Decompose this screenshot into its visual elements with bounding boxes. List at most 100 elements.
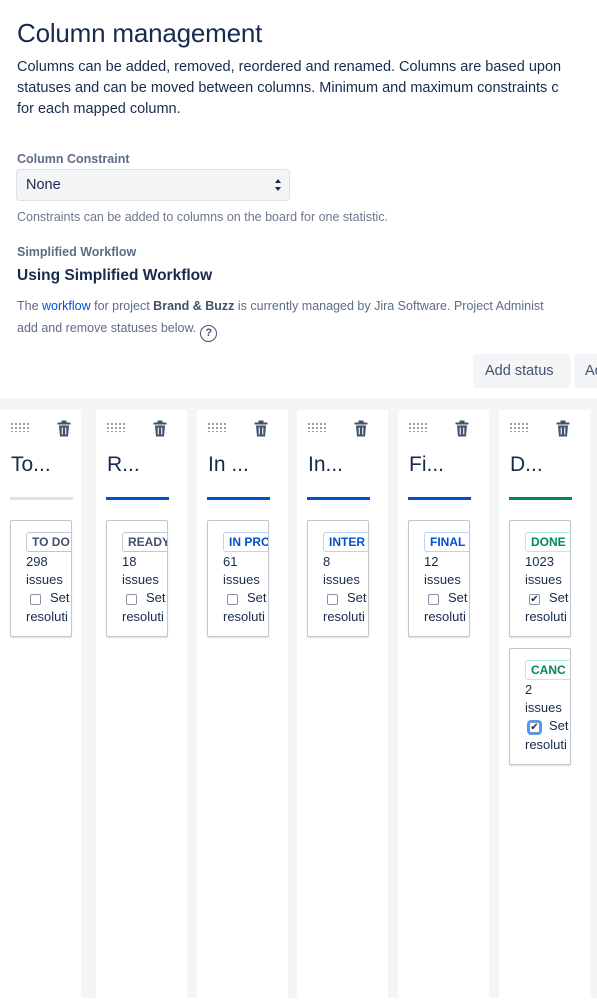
page-description: Columns can be added, removed, reordered… [17,57,597,120]
set-resolution-label: Set [448,590,468,605]
set-resolution-label: resoluti [525,737,567,752]
para-text: is currently managed by Jira Software. P… [234,299,544,313]
board-column[interactable]: To... TO DO 298 issues Set resoluti [0,410,81,1000]
column-category-bar [106,497,169,500]
add-column-button[interactable]: Ac [574,354,597,388]
set-resolution-label: resoluti [26,609,68,624]
drag-handle-icon[interactable] [307,422,327,432]
status-lozenge: READY [122,532,167,552]
set-resolution-label: resoluti [323,609,365,624]
workflow-paragraph: The workflow for project Brand & Buzz is… [17,295,544,342]
column-category-bar [307,497,370,500]
trash-icon[interactable] [455,420,469,437]
set-resolution-label: resoluti [424,609,466,624]
board-column[interactable]: In... INTER 8 issues Set resoluti [297,410,388,1000]
para-text: The [17,299,43,313]
column-category-bar [408,497,471,500]
status-card[interactable]: TO DO 298 issues Set resoluti [10,520,72,637]
workflow-link[interactable]: workflow [42,299,91,313]
set-resolution-checkbox[interactable] [327,594,338,605]
drag-handle-icon[interactable] [408,422,428,432]
set-resolution-label: Set [347,590,367,605]
column-title[interactable]: R... [107,453,140,477]
status-lozenge: IN PRO [223,532,268,552]
column-title[interactable]: In ... [208,453,249,477]
issue-count-unit: issues [122,572,159,587]
set-resolution-label: resoluti [223,609,265,624]
column-title[interactable]: In... [308,453,343,477]
drag-handle-icon[interactable] [10,422,30,432]
status-card[interactable]: READY 18 issues Set resoluti [106,520,168,637]
set-resolution-checkbox[interactable] [529,722,540,733]
set-resolution-label: Set [247,590,267,605]
issue-count: 61 [223,554,238,569]
set-resolution-checkbox[interactable] [30,594,41,605]
drag-handle-icon[interactable] [509,422,529,432]
constraint-help-text: Constraints can be added to columns on t… [17,210,389,224]
issue-count: 8 [323,554,331,569]
status-card[interactable]: FINAL 12 issues Set resoluti [408,520,470,637]
status-lozenge: INTER [323,532,368,552]
column-title[interactable]: D... [510,453,543,477]
question-circle-icon[interactable]: ? [200,325,218,342]
trash-icon[interactable] [254,420,268,437]
board-column[interactable]: D... DONE 1023 issues Set resoluti CANC 2 issues… [499,410,590,1000]
status-card[interactable]: IN PRO 61 issues Set resoluti [207,520,269,637]
issue-count-unit: issues [525,572,562,587]
column-category-bar [509,497,572,500]
status-lozenge: DONE [525,532,570,552]
issue-count-unit: issues [26,572,63,587]
description-line: for each mapped column. [17,101,181,117]
status-card[interactable]: DONE 1023 issues Set resoluti [509,520,571,637]
simplified-workflow-label: Simplified Workflow [17,245,137,259]
select-arrows-icon [275,179,281,191]
para-text: for project [90,299,154,313]
board-column[interactable]: R... READY 18 issues Set resoluti [96,410,187,1000]
para-text: add and remove statuses below. [17,321,197,335]
add-status-button[interactable]: Add status [473,354,571,388]
column-title[interactable]: To... [11,453,51,477]
set-resolution-label: Set [549,718,569,733]
issue-count-unit: issues [323,572,360,587]
description-line: Columns can be added, removed, reordered… [17,59,562,75]
set-resolution-checkbox[interactable] [227,594,238,605]
set-resolution-label: Set [549,590,569,605]
trash-icon[interactable] [153,420,167,437]
trash-icon[interactable] [57,420,71,437]
status-lozenge: CANC [525,660,570,680]
drag-handle-icon[interactable] [207,422,227,432]
set-resolution-label: Set [146,590,166,605]
set-resolution-checkbox[interactable] [126,594,137,605]
column-constraint-select[interactable]: None [16,169,290,201]
column-title[interactable]: Fi... [409,453,444,477]
status-card[interactable]: CANC 2 issues Set resoluti [509,648,571,765]
status-card[interactable]: INTER 8 issues Set resoluti [307,520,369,637]
issue-count-unit: issues [424,572,461,587]
issue-count-unit: issues [525,700,562,715]
issue-count: 298 [26,554,48,569]
status-lozenge: TO DO [26,532,71,552]
board-column[interactable]: In ... IN PRO 61 issues Set resoluti [197,410,288,1000]
set-resolution-label: resoluti [122,609,164,624]
page-title: Column management [17,18,263,48]
set-resolution-label: Set [50,590,70,605]
trash-icon[interactable] [556,420,570,437]
column-board: To... TO DO 298 issues Set resoluti R... READY… [0,398,597,1000]
board-column[interactable]: Fi... FINAL 12 issues Set resoluti [398,410,489,1000]
simplified-workflow-title: Using Simplified Workflow [17,267,213,284]
description-line: statuses and can be moved between column… [17,80,559,96]
column-constraint-label: Column Constraint [17,152,130,166]
trash-icon[interactable] [354,420,368,437]
issue-count-unit: issues [223,572,260,587]
issue-count: 2 [525,682,533,697]
issue-count: 18 [122,554,137,569]
drag-handle-icon[interactable] [106,422,126,432]
issue-count: 12 [424,554,439,569]
set-resolution-label: resoluti [525,609,567,624]
set-resolution-checkbox[interactable] [529,594,540,605]
column-constraint-value: None [26,177,61,193]
project-name: Brand & Buzz [153,299,235,313]
column-category-bar [207,497,270,500]
issue-count: 1023 [525,554,554,569]
set-resolution-checkbox[interactable] [428,594,439,605]
